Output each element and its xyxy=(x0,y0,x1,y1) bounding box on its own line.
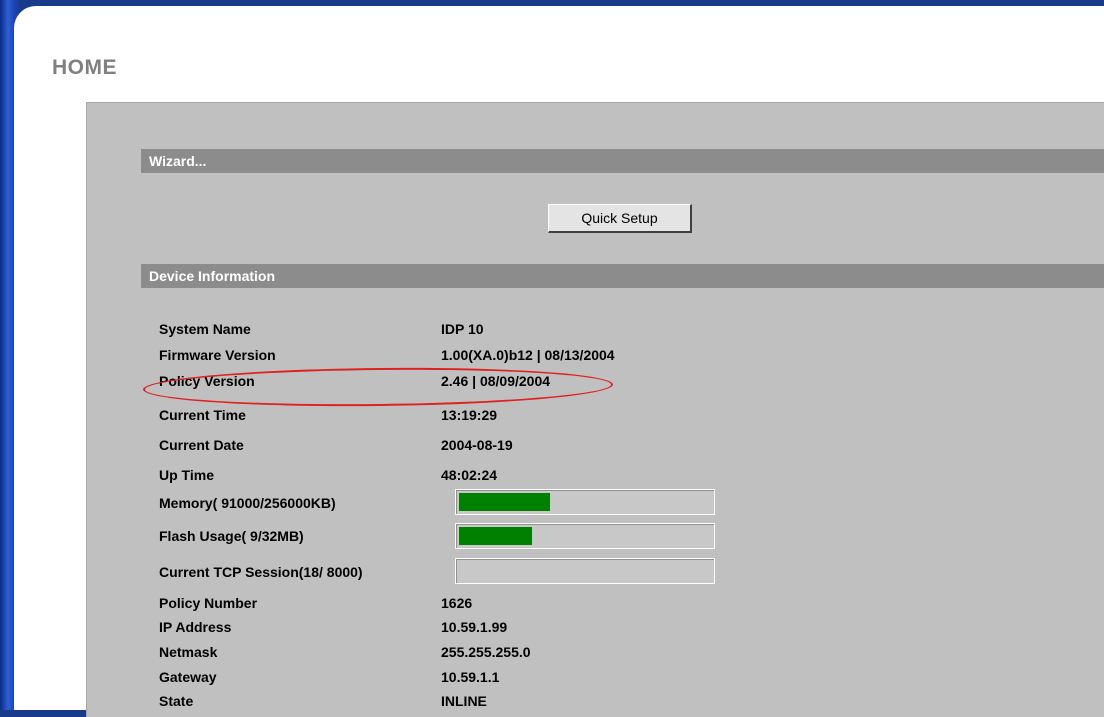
gateway-value: 10.59.1.1 xyxy=(441,669,500,685)
current-date-value: 2004-08-19 xyxy=(441,437,513,453)
current-time-value: 13:19:29 xyxy=(441,407,498,423)
memory-usage-fill xyxy=(459,493,550,511)
up-time-label: Up Time xyxy=(159,467,214,483)
flash-usage-fill xyxy=(459,527,532,545)
memory-label: Memory( 91000/256000KB) xyxy=(159,495,336,511)
firmware-version-label: Firmware Version xyxy=(159,347,276,363)
flash-usage-label: Flash Usage( 9/32MB) xyxy=(159,528,304,544)
state-value: INLINE xyxy=(441,693,487,709)
firmware-version-value: 1.00(XA.0)b12 | 08/13/2004 xyxy=(441,347,615,363)
memory-usage-bar xyxy=(455,489,715,515)
quick-setup-button[interactable]: Quick Setup xyxy=(548,204,692,233)
ip-address-label: IP Address xyxy=(159,619,232,635)
tcp-session-bar xyxy=(455,558,715,584)
flash-usage-bar xyxy=(455,523,715,549)
policy-version-highlight-oval xyxy=(142,365,614,409)
current-time-label: Current Time xyxy=(159,407,246,423)
netmask-label: Netmask xyxy=(159,644,218,660)
wizard-section-header: Wizard... xyxy=(141,149,1104,173)
up-time-value: 48:02:24 xyxy=(441,467,498,483)
content-panel: Wizard... Quick Setup Device Information… xyxy=(86,102,1104,717)
page-area: HOME Wizard... Quick Setup Device Inform… xyxy=(14,6,1104,717)
policy-number-label: Policy Number xyxy=(159,595,258,611)
page-title: HOME xyxy=(52,56,117,79)
gateway-label: Gateway xyxy=(159,669,217,685)
ip-address-value: 10.59.1.99 xyxy=(441,619,508,635)
netmask-value: 255.255.255.0 xyxy=(441,644,531,660)
system-name-label: System Name xyxy=(159,321,251,337)
current-date-label: Current Date xyxy=(159,437,244,453)
tcp-session-label: Current TCP Session(18/ 8000) xyxy=(159,564,363,580)
device-info-section-header: Device Information xyxy=(141,264,1104,288)
state-label: State xyxy=(159,693,194,709)
system-name-value: IDP 10 xyxy=(441,321,484,337)
policy-number-value: 1626 xyxy=(441,595,473,611)
